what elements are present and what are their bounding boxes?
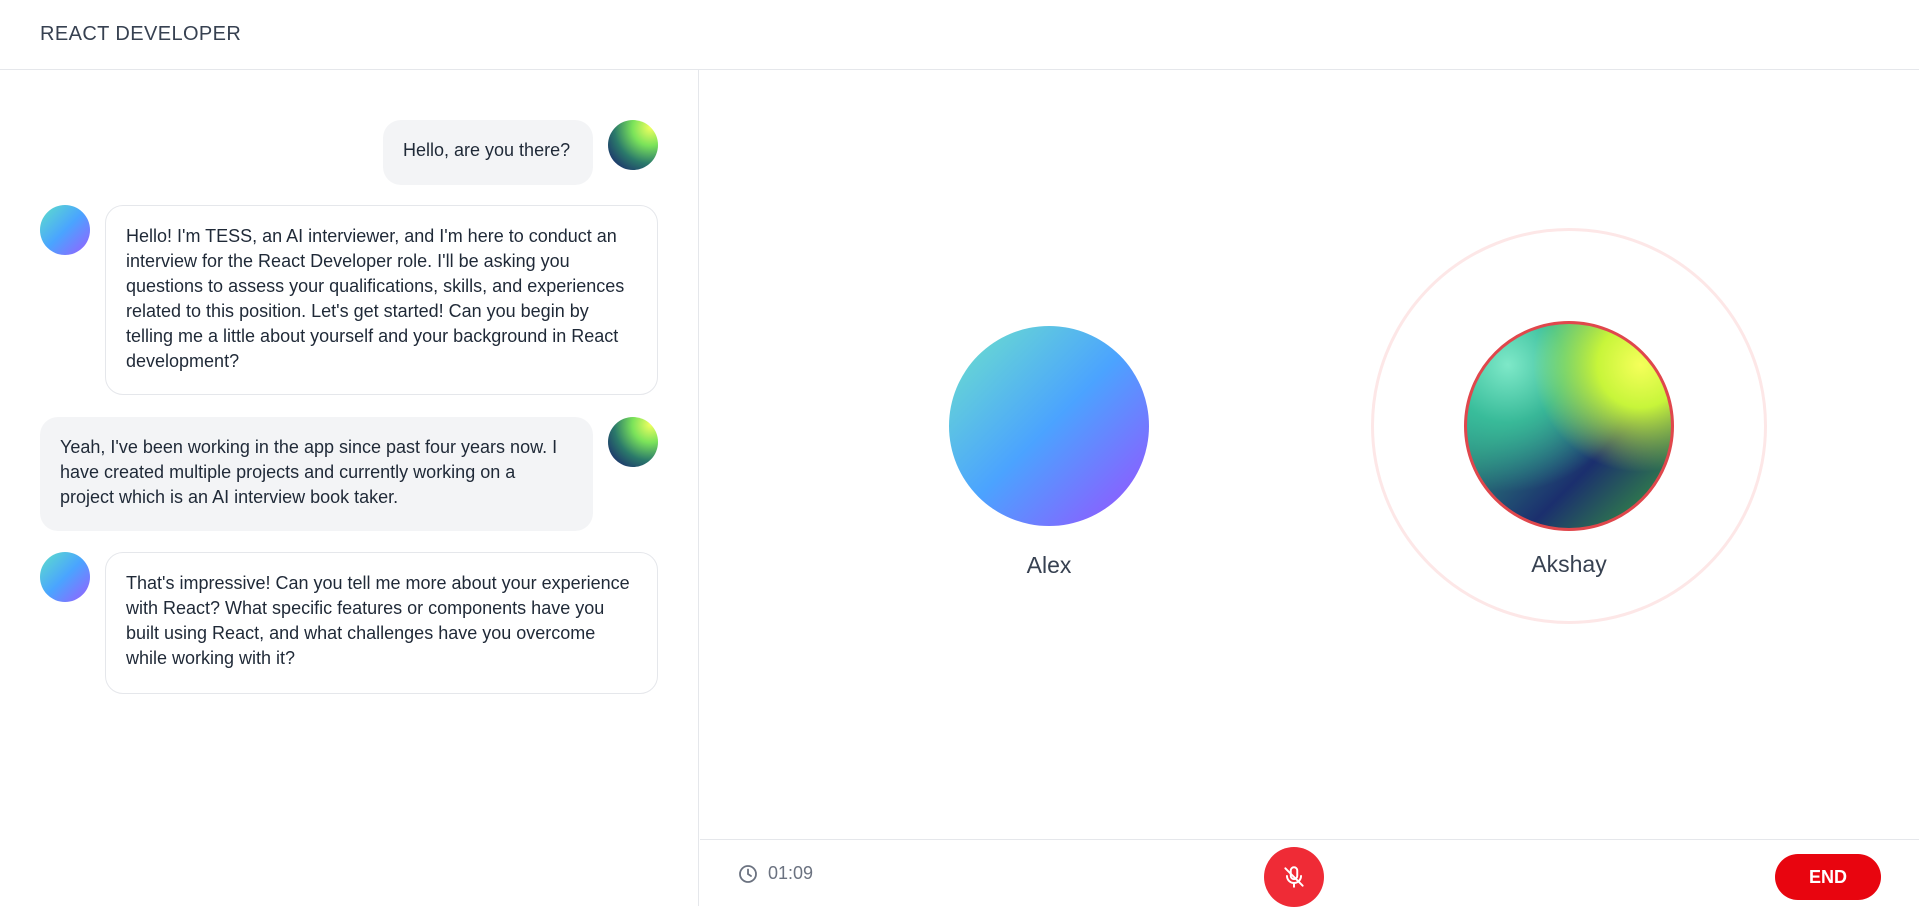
mic-off-icon bbox=[1284, 866, 1304, 888]
message-bubble: That's impressive! Can you tell me more … bbox=[105, 552, 658, 694]
participant-tile: Alex bbox=[949, 326, 1149, 579]
message-bubble: Hello! I'm TESS, an AI interviewer, and … bbox=[105, 205, 658, 395]
message-bubble: Hello, are you there? bbox=[383, 120, 593, 185]
user-avatar bbox=[608, 120, 658, 170]
call-timer: 01:09 bbox=[738, 840, 813, 907]
participant-name: Akshay bbox=[1531, 551, 1607, 577]
participant-avatar bbox=[949, 326, 1149, 526]
participant-avatar bbox=[1464, 321, 1674, 531]
clock-icon bbox=[739, 864, 757, 883]
call-stage: Alex Akshay bbox=[700, 70, 1919, 839]
user-avatar bbox=[608, 417, 658, 467]
call-controls-bar: 01:09 END bbox=[700, 839, 1919, 907]
message-bubble: Yeah, I've been working in the app since… bbox=[40, 417, 593, 531]
end-call-button[interactable]: END bbox=[1775, 854, 1881, 900]
app-header: REACT DEVELOPER bbox=[0, 0, 1919, 70]
timer-value: 01:09 bbox=[768, 863, 814, 883]
page-title: REACT DEVELOPER bbox=[40, 23, 242, 45]
ai-avatar bbox=[40, 205, 90, 255]
participant-name: Alex bbox=[1026, 552, 1072, 578]
chat-transcript[interactable]: Hello, are you there? Hello! I'm TESS, a… bbox=[0, 70, 699, 906]
mute-toggle-button[interactable] bbox=[1264, 847, 1324, 907]
ai-avatar bbox=[40, 552, 90, 602]
participant-tile: Akshay bbox=[1464, 321, 1674, 578]
